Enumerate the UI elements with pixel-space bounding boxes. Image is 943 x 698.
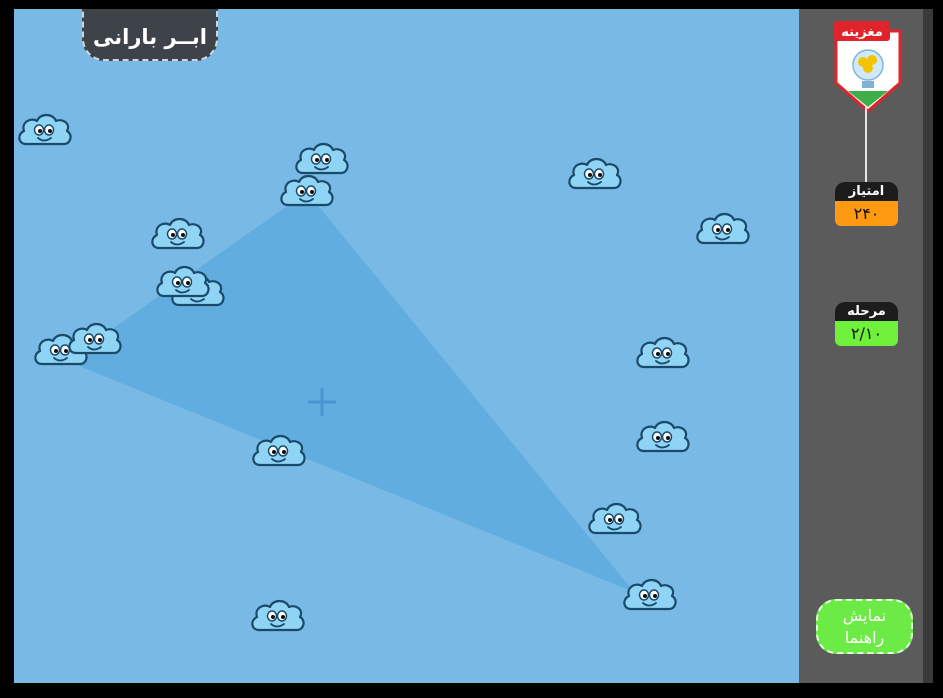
cloud[interactable] xyxy=(278,171,336,211)
logo-brand-text: مغزینه xyxy=(841,25,883,40)
smiling-cloud-icon xyxy=(251,599,305,632)
cloud[interactable] xyxy=(249,596,307,636)
cloud[interactable] xyxy=(621,575,679,615)
score-panel: امتیاز ۲۴۰ xyxy=(835,182,898,226)
smiling-cloud-icon xyxy=(280,174,334,207)
cloud[interactable] xyxy=(16,110,74,150)
hint-line-1: نمایش xyxy=(842,606,887,625)
cloud[interactable] xyxy=(250,431,308,471)
level-label: مرحله xyxy=(835,302,898,321)
sidebar-edge xyxy=(923,9,933,683)
sidebar: مغزینه امتیاز ۲۴۰ مرحله ۲/۱۰ نمایش راهنم… xyxy=(799,9,923,683)
hint-line-2: راهنما xyxy=(844,628,885,647)
score-label: امتیاز xyxy=(835,182,898,201)
logo-connector xyxy=(865,107,867,183)
cloud[interactable] xyxy=(149,214,207,254)
cloud[interactable] xyxy=(694,209,752,249)
smiling-cloud-icon xyxy=(18,113,72,146)
smiling-cloud-icon xyxy=(623,578,677,611)
level-panel: مرحله ۲/۱۰ xyxy=(835,302,898,346)
score-value: ۲۴۰ xyxy=(835,201,898,226)
smiling-cloud-icon xyxy=(636,336,690,369)
level-title: ابــر بارانی xyxy=(82,9,218,61)
cloud[interactable] xyxy=(634,333,692,373)
cloud[interactable] xyxy=(154,262,212,302)
smiling-cloud-icon xyxy=(696,212,750,245)
game-field[interactable]: ابــر بارانی xyxy=(14,9,799,683)
smiling-cloud-icon xyxy=(151,217,205,250)
smiling-cloud-icon xyxy=(588,502,642,535)
cloud[interactable] xyxy=(66,319,124,359)
show-hint-button[interactable]: نمایش راهنما xyxy=(816,599,913,654)
lightbulb-brain-logo: مغزینه xyxy=(830,21,906,113)
smiling-cloud-icon xyxy=(636,420,690,453)
smiling-cloud-icon xyxy=(68,322,122,355)
level-value: ۲/۱۰ xyxy=(835,321,898,346)
cloud[interactable] xyxy=(586,499,644,539)
smiling-cloud-icon xyxy=(156,265,210,298)
cloud[interactable] xyxy=(634,417,692,457)
smiling-cloud-icon xyxy=(252,434,306,467)
smiling-cloud-icon xyxy=(568,157,622,190)
cloud[interactable] xyxy=(566,154,624,194)
